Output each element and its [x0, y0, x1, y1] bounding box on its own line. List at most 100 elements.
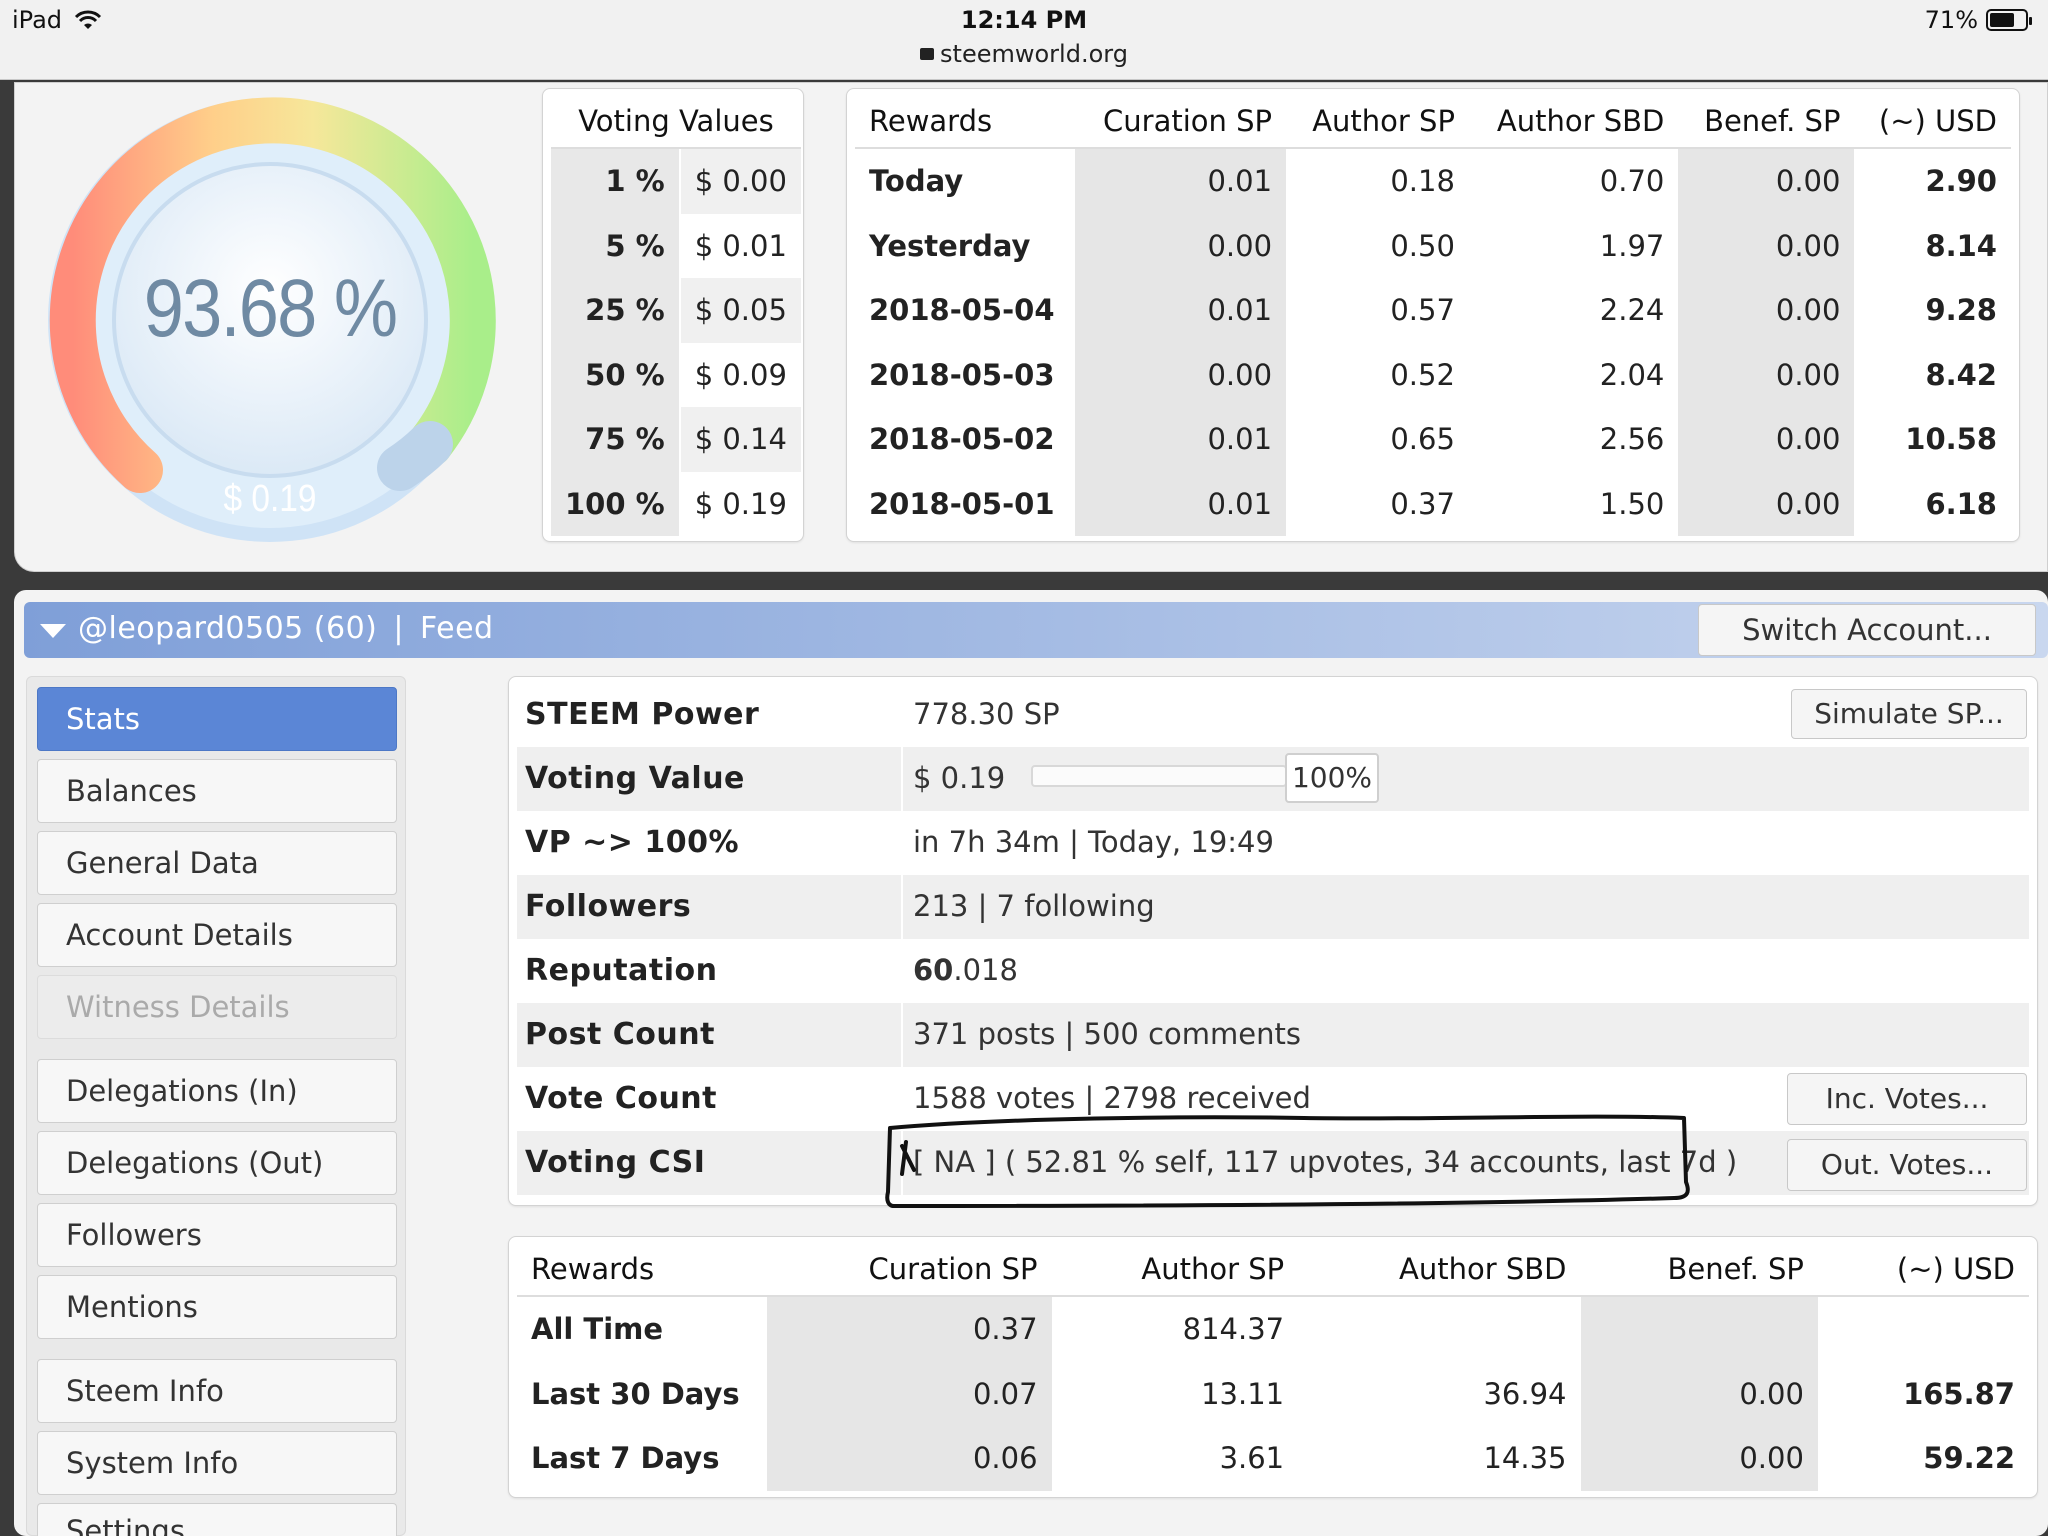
- table-cell: 0.01: [1075, 149, 1287, 214]
- stat-label: Followers: [525, 889, 692, 924]
- table-cell: 2.24: [1599, 293, 1665, 328]
- battery-icon: [1986, 9, 2032, 31]
- battery-percent: 71%: [1924, 6, 1978, 34]
- vote-usd: $ 0.05: [680, 278, 801, 343]
- stat-label: Post Count: [525, 1017, 715, 1052]
- row-label: 2018-05-01: [869, 486, 1055, 521]
- table-cell: 0.00: [1580, 1426, 1818, 1491]
- sidebar-item-account-details[interactable]: Account Details: [37, 903, 397, 967]
- vote-usd: $ 0.09: [694, 357, 787, 392]
- col-header: Rewards: [517, 1243, 767, 1297]
- table-cell: 0.50: [1390, 228, 1455, 263]
- table-cell: 1.97: [1599, 228, 1665, 263]
- stat-row-reputation: Reputation 60.018: [517, 939, 2029, 1003]
- account-name[interactable]: @leopard0505 (60): [78, 611, 377, 646]
- outgoing-votes-button[interactable]: Out. Votes...: [1787, 1139, 2027, 1191]
- table-cell: 2.90: [1925, 164, 1997, 199]
- reputation-decimal: .018: [953, 953, 1018, 987]
- sidebar-item-system-info[interactable]: System Info: [37, 1431, 397, 1495]
- table-cell: 6.18: [1925, 486, 1997, 521]
- table-cell: 0.70: [1599, 164, 1665, 199]
- stat-label: Voting Value: [525, 761, 745, 796]
- table-row: 2018-05-03 0.00 0.52 2.04 0.00 8.42: [855, 342, 2011, 407]
- lock-icon: [920, 48, 935, 60]
- table-row: Today 0.01 0.18 0.70 0.00 2.90: [855, 149, 2011, 214]
- table-cell: 0.00: [1678, 278, 1855, 343]
- table-cell: 0.00: [1678, 149, 1855, 214]
- switch-account-button[interactable]: Switch Account...: [1698, 604, 2036, 656]
- row-label: Last 30 Days: [531, 1376, 740, 1411]
- col-header: Curation SP: [767, 1243, 1052, 1297]
- table-cell: 0.52: [1390, 357, 1455, 392]
- vote-usd: $ 0.19: [694, 486, 787, 521]
- table-cell: 0.18: [1390, 164, 1455, 199]
- table-cell: 8.42: [1925, 357, 1997, 392]
- col-header: Benef. SP: [1580, 1243, 1818, 1297]
- row-label: All Time: [531, 1312, 664, 1347]
- table-row: 1 % $ 0.00: [551, 149, 801, 214]
- vote-usd: $ 0.14: [680, 407, 801, 472]
- rewards-summary-table: Rewards Curation SP Author SP Author SBD…: [508, 1236, 2038, 1498]
- stat-label: STEEM Power: [525, 697, 760, 732]
- table-cell: 36.94: [1483, 1376, 1567, 1411]
- stat-value: $ 0.19: [913, 761, 1006, 795]
- vote-percent: 100 %: [551, 471, 681, 536]
- table-cell: [1298, 1297, 1580, 1362]
- table-cell: 1.50: [1599, 486, 1665, 521]
- sidebar-item-general-data[interactable]: General Data: [37, 831, 397, 895]
- stat-row-steem-power: STEEM Power 778.30 SP Simulate SP...: [517, 683, 2029, 747]
- sidebar-item-followers[interactable]: Followers: [37, 1203, 397, 1267]
- col-header: (~) USD: [1854, 95, 2011, 149]
- vote-weight-input[interactable]: 100%: [1285, 753, 1379, 803]
- row-label: Last 7 Days: [531, 1441, 720, 1476]
- table-cell: 0.37: [767, 1297, 1052, 1362]
- table-cell: 0.06: [767, 1426, 1052, 1491]
- stat-row-vp-full: VP ~> 100% in 7h 34m | Today, 19:49: [517, 811, 2029, 875]
- table-cell: 0.01: [1075, 407, 1287, 472]
- sidebar-item-delegations-in[interactable]: Delegations (In): [37, 1059, 397, 1123]
- sidebar-item-stats[interactable]: Stats: [37, 687, 397, 751]
- sidebar-item-balances[interactable]: Balances: [37, 759, 397, 823]
- vote-percent: 1 %: [551, 149, 681, 214]
- table-row: 100 % $ 0.19: [551, 471, 801, 536]
- voting-power-usd: $ 0.19: [223, 478, 317, 520]
- address-bar[interactable]: steemworld.org: [0, 40, 2048, 68]
- table-cell: 0.00: [1678, 342, 1855, 407]
- stat-label: VP ~> 100%: [525, 825, 740, 860]
- vote-weight-slider[interactable]: [1031, 765, 1287, 787]
- incoming-votes-button[interactable]: Inc. Votes...: [1787, 1073, 2027, 1125]
- daily-rewards-table: Rewards Curation SP Author SP Author SBD…: [846, 88, 2020, 542]
- voting-values-table: Voting Values 1 % $ 0.00 5 % $ 0.01 25 % $ …: [542, 88, 804, 542]
- status-time: 12:14 PM: [960, 6, 1088, 34]
- row-label: 2018-05-02: [869, 422, 1055, 457]
- feed-link[interactable]: Feed: [420, 611, 494, 646]
- stat-row-voting-value: Voting Value $ 0.19 100%: [517, 747, 2029, 811]
- sidebar-item-settings[interactable]: Settings: [37, 1503, 397, 1536]
- vote-usd: $ 0.00: [680, 149, 801, 214]
- table-cell: 2.04: [1599, 357, 1665, 392]
- stat-row-post-count: Post Count 371 posts | 500 comments: [517, 1003, 2029, 1067]
- sidebar-item-steem-info[interactable]: Steem Info: [37, 1359, 397, 1423]
- simulate-sp-button[interactable]: Simulate SP...: [1791, 689, 2027, 739]
- vote-percent: 25 %: [551, 278, 681, 343]
- col-header: (~) USD: [1817, 1243, 2029, 1297]
- sidebar-item-mentions[interactable]: Mentions: [37, 1275, 397, 1339]
- vote-percent: 75 %: [551, 407, 681, 472]
- stat-value: 1588 votes | 2798 received: [913, 1081, 1311, 1115]
- table-cell: 9.28: [1925, 293, 1997, 328]
- sidebar: Stats Balances General Data Account Deta…: [26, 676, 406, 1536]
- table-cell: 0.00: [1678, 471, 1855, 536]
- table-row: 75 % $ 0.14: [551, 407, 801, 472]
- table-row: All Time 0.37 814.37: [517, 1297, 2029, 1362]
- sidebar-item-delegations-out[interactable]: Delegations (Out): [37, 1131, 397, 1195]
- status-right: 71%: [1924, 6, 2032, 34]
- table-cell: 8.14: [1925, 228, 1997, 263]
- stat-value: 778.30 SP: [913, 697, 1060, 731]
- table-row: Last 7 Days 0.06 3.61 14.35 0.00 59.22: [517, 1426, 2029, 1491]
- collapse-triangle-icon[interactable]: [40, 624, 66, 638]
- table-row: 2018-05-01 0.01 0.37 1.50 0.00 6.18: [855, 471, 2011, 536]
- table-cell: 0.00: [1678, 213, 1855, 278]
- col-header: Author SBD: [1468, 95, 1679, 149]
- table-cell: 10.58: [1905, 422, 1997, 457]
- table-cell: 0.00: [1580, 1361, 1818, 1426]
